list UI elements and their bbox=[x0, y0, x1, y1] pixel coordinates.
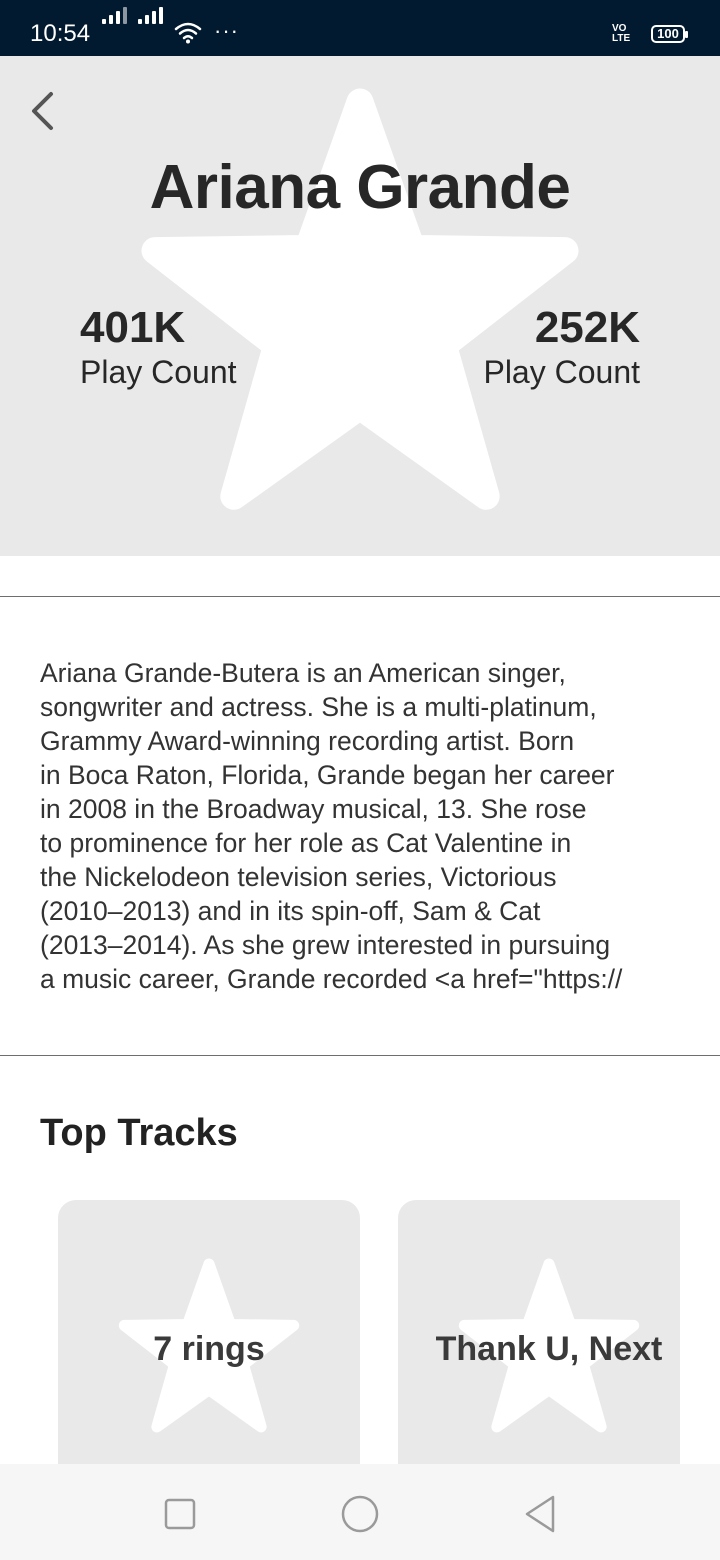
stat-label: Play Count bbox=[483, 354, 640, 390]
nav-back-button[interactable] bbox=[520, 1494, 560, 1534]
bio-line: songwriter and actress. She is a multi-p… bbox=[40, 692, 597, 722]
bio-line: in 2008 in the Broadway musical, 13. She… bbox=[40, 794, 587, 824]
bio-line: Ariana Grande-Butera is an American sing… bbox=[40, 658, 566, 688]
bio-line: in Boca Raton, Florida, Grande began her… bbox=[40, 760, 615, 790]
volte-line-2: LTE bbox=[612, 33, 631, 44]
star-icon bbox=[141, 88, 579, 510]
bio-line: a music career, Grande recorded <a href=… bbox=[40, 964, 623, 994]
track-title: Thank U, Next bbox=[435, 1330, 663, 1368]
more-status-icon: ··· bbox=[214, 18, 239, 43]
home-button[interactable] bbox=[340, 1494, 380, 1534]
artist-header: Ariana Grande 401K Play Count 252K Play … bbox=[0, 56, 720, 556]
track-card-7-rings[interactable]: 7 rings bbox=[58, 1200, 360, 1464]
bio-line: (2013–2014). As she grew interested in p… bbox=[40, 930, 611, 960]
back-button[interactable] bbox=[24, 86, 64, 136]
track-title: 7 rings bbox=[153, 1330, 265, 1368]
system-nav-bar bbox=[0, 1464, 720, 1560]
top-tracks-carousel[interactable]: 7 rings Thank U, Next bbox=[0, 1200, 680, 1464]
stat-label: Play Count bbox=[80, 354, 237, 390]
battery-icon: 100 bbox=[651, 25, 688, 43]
stat-play-count-left: 401K Play Count bbox=[80, 304, 237, 392]
volte-icon: VO LTE bbox=[612, 24, 630, 44]
status-bar: 10:54 ··· VO LTE 100 bbox=[0, 0, 720, 56]
divider-bottom bbox=[0, 1055, 720, 1056]
recents-button[interactable] bbox=[160, 1494, 200, 1534]
track-card-thank-u-next[interactable]: Thank U, Next bbox=[398, 1200, 680, 1464]
top-tracks-title: Top Tracks bbox=[40, 1112, 238, 1154]
artist-name: Ariana Grande bbox=[149, 153, 571, 222]
bio-line: (2010–2013) and in its spin-off, Sam & C… bbox=[40, 896, 541, 926]
bio-line: to prominence for her role as Cat Valent… bbox=[40, 828, 572, 858]
divider-top bbox=[0, 596, 720, 597]
stat-play-count-right: 252K Play Count bbox=[483, 304, 640, 392]
bio-line: Grammy Award-winning recording artist. B… bbox=[40, 726, 575, 756]
status-time: 10:54 bbox=[30, 20, 91, 47]
wifi-icon bbox=[174, 22, 202, 44]
stat-value: 401K bbox=[80, 303, 186, 352]
stat-value: 252K bbox=[534, 303, 640, 352]
artist-bio: Ariana Grande-Butera is an American sing… bbox=[40, 656, 660, 996]
bio-line: the Nickelodeon television series, Victo… bbox=[40, 862, 557, 892]
